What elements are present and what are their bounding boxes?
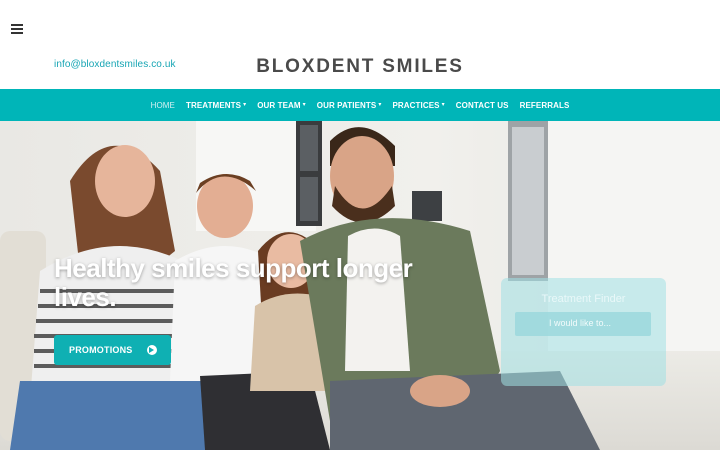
main-nav: HOME TREATMENTS ▾ OUR TEAM ▾ OUR PATIENT… xyxy=(0,89,720,121)
nav-item-label: HOME xyxy=(150,100,175,110)
site-logo[interactable]: BLOXDENT SMILES xyxy=(0,56,720,78)
treatment-finder-panel: Treatment Finder I would like to... xyxy=(501,278,666,386)
treatment-finder-select[interactable]: I would like to... xyxy=(515,312,651,336)
chevron-down-icon: ▾ xyxy=(302,102,306,108)
nav-item-label: OUR PATIENTS xyxy=(316,100,377,110)
chevron-down-icon: ▾ xyxy=(243,102,247,108)
hero-banner: Healthy smiles support longer lives. PRO… xyxy=(0,121,720,450)
nav-item-label: OUR TEAM xyxy=(257,100,301,110)
nav-item-home[interactable]: HOME xyxy=(151,101,175,110)
hero-title: Healthy smiles support longer lives. xyxy=(54,253,413,312)
nav-item-label: CONTACT US xyxy=(455,100,509,110)
nav-item-label: TREATMENTS xyxy=(185,100,242,110)
nav-item-contact-us[interactable]: CONTACT US xyxy=(456,101,509,110)
nav-item-treatments[interactable]: TREATMENTS ▾ xyxy=(186,101,246,110)
promotions-label: PROMOTIONS xyxy=(69,345,133,355)
nav-item-practices[interactable]: PRACTICES ▾ xyxy=(392,101,444,110)
page: info@bloxdentsmiles.co.uk BLOXDENT SMILE… xyxy=(0,0,720,450)
nav-item-label: REFERRALS xyxy=(519,100,570,110)
promotions-button[interactable]: PROMOTIONS xyxy=(54,335,171,365)
menu-bar-icon xyxy=(11,24,23,26)
hamburger-menu-icon[interactable] xyxy=(11,24,23,34)
chevron-down-icon: ▾ xyxy=(441,102,445,108)
arrow-right-circle-icon xyxy=(147,345,157,355)
nav-item-our-patients[interactable]: OUR PATIENTS ▾ xyxy=(317,101,382,110)
site-header: info@bloxdentsmiles.co.uk BLOXDENT SMILE… xyxy=(0,0,720,89)
treatment-finder-title: Treatment Finder xyxy=(541,293,626,305)
chevron-down-icon: ▾ xyxy=(378,102,382,108)
menu-bar-icon xyxy=(11,28,23,30)
menu-bar-icon xyxy=(11,32,23,34)
nav-item-label: PRACTICES xyxy=(392,100,440,110)
nav-item-referrals[interactable]: REFERRALS xyxy=(520,101,570,110)
nav-item-our-team[interactable]: OUR TEAM ▾ xyxy=(257,101,306,110)
